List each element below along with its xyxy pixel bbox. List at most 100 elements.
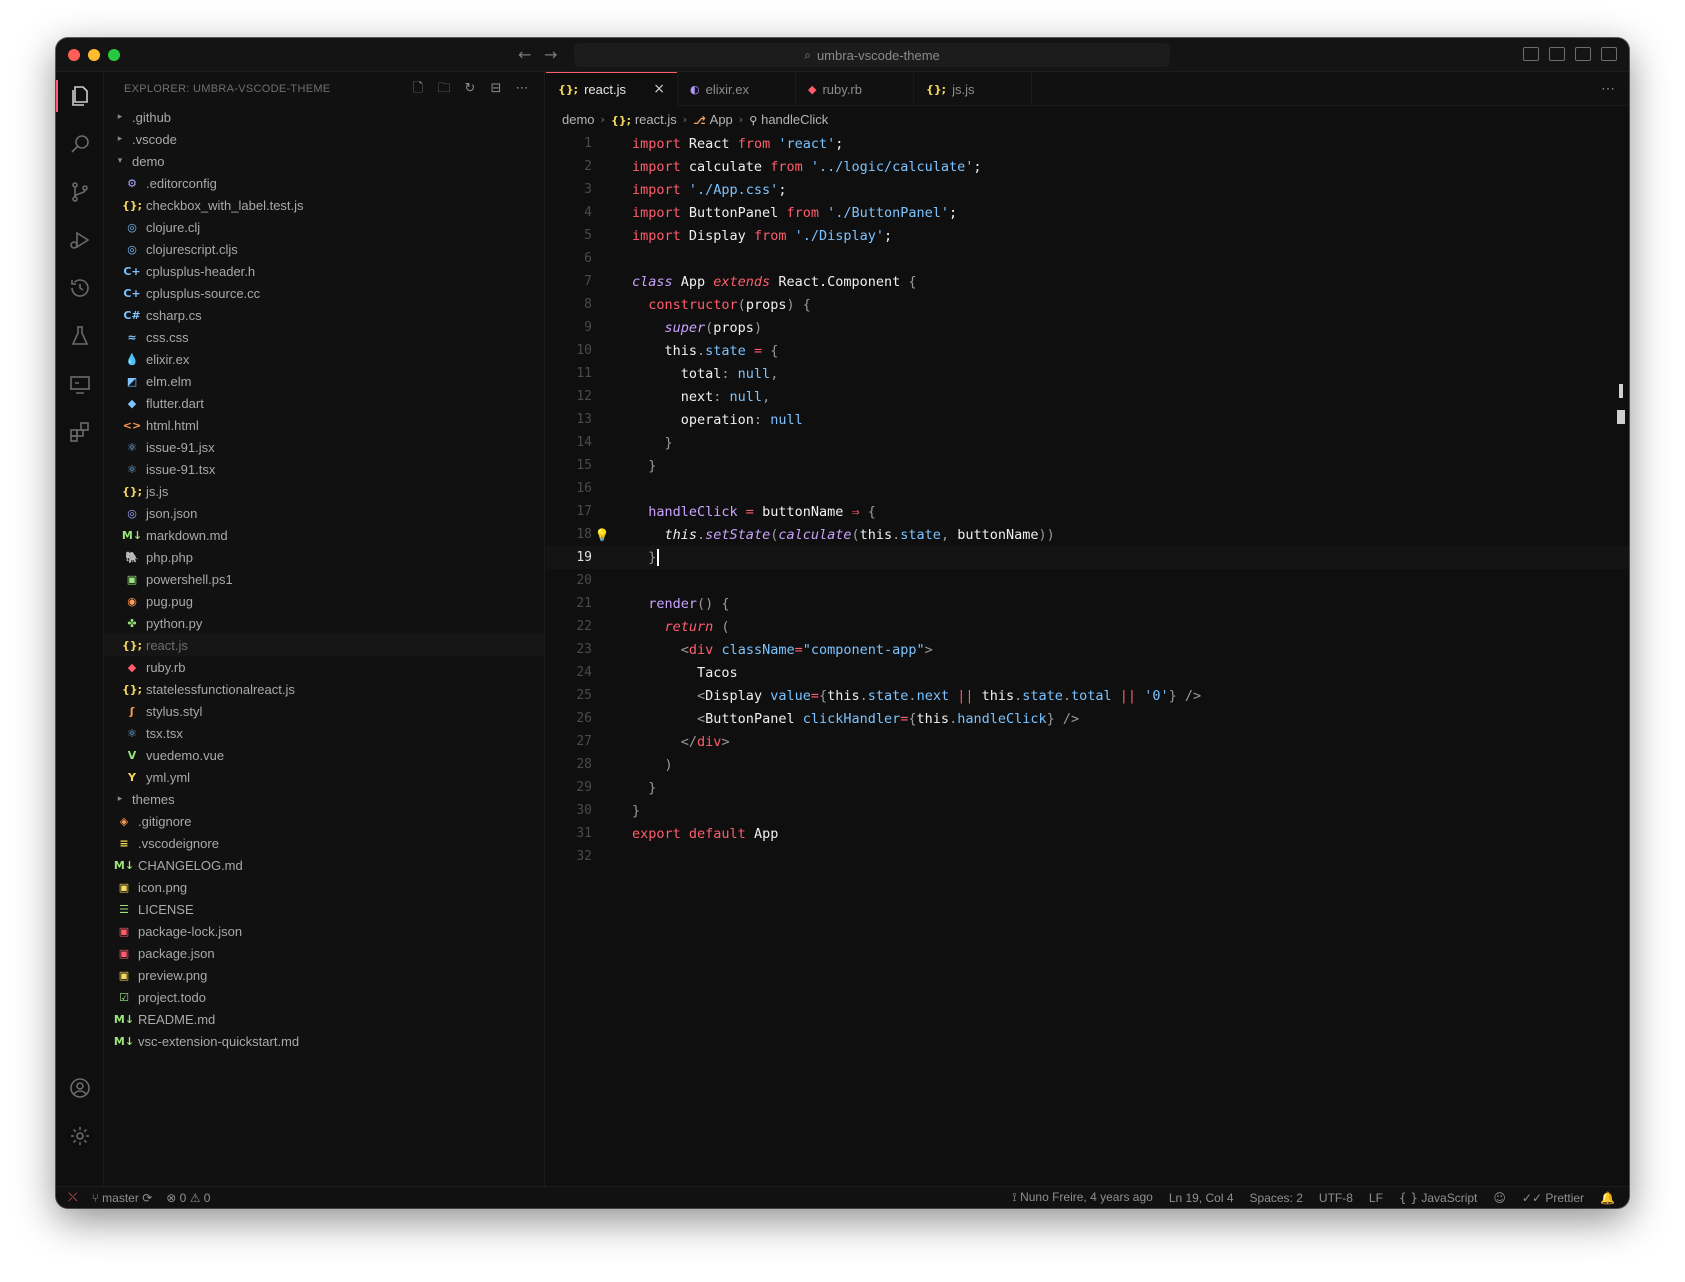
file-item[interactable]: ◎ clojure.clj xyxy=(104,216,544,238)
command-center-search[interactable]: ⌕ umbra-vscode-theme xyxy=(574,43,1170,67)
file-item[interactable]: Vvuedemo.vue xyxy=(104,744,544,766)
file-item[interactable]: <> html.html xyxy=(104,414,544,436)
file-item[interactable]: ◆ ruby.rb xyxy=(104,656,544,678)
toggle-panel-icon[interactable] xyxy=(1549,47,1565,61)
refresh-icon[interactable]: ↻ xyxy=(462,81,478,97)
file-item[interactable]: {}; checkbox_with_label.test.js xyxy=(104,194,544,216)
file-item[interactable]: C# csharp.cs xyxy=(104,304,544,326)
file-item[interactable]: Yyml.yml xyxy=(104,766,544,788)
file-item[interactable]: ▣ package.json xyxy=(104,942,544,964)
more-actions-icon[interactable]: ⋯ xyxy=(514,81,530,97)
file-item[interactable]: ▣ package-lock.json xyxy=(104,920,544,942)
file-item[interactable]: ▣ preview.png xyxy=(104,964,544,986)
file-item[interactable]: {}; react.js xyxy=(104,634,544,656)
new-folder-icon[interactable]: 🗀 xyxy=(436,81,452,97)
file-item[interactable]: M↓ CHANGELOG.md xyxy=(104,854,544,876)
file-item[interactable]: ✤ python.py xyxy=(104,612,544,634)
breadcrumb-item[interactable]: ⚲ handleClick xyxy=(749,112,828,127)
manage-activity-button[interactable] xyxy=(56,1114,104,1158)
code-line: 21 render() { xyxy=(546,592,1629,615)
more-icon[interactable]: ⋯ xyxy=(1601,80,1615,97)
tab-js-js[interactable]: {}; js.js xyxy=(914,72,1032,106)
timeline-activity-button[interactable] xyxy=(56,266,104,310)
code-token: setState xyxy=(705,526,771,543)
indentation[interactable]: Spaces: 2 xyxy=(1250,1191,1303,1205)
toggle-primary-sidebar-icon[interactable] xyxy=(1523,47,1539,61)
copilot-icon[interactable]: ☺ xyxy=(1493,1191,1506,1205)
run-debug-activity-button[interactable] xyxy=(56,218,104,262)
folder-item[interactable]: ▸ .github xyxy=(104,106,544,128)
file-item[interactable]: ◆ flutter.dart xyxy=(104,392,544,414)
file-item[interactable]: C+ cplusplus-source.cc xyxy=(104,282,544,304)
file-label: demo xyxy=(132,153,165,169)
lightbulb-icon[interactable]: 💡 xyxy=(592,528,612,542)
file-item[interactable]: ☑ project.todo xyxy=(104,986,544,1008)
maximize-window-button[interactable] xyxy=(108,49,120,61)
code-view[interactable]: 1 import React from 'react'; 2 import calcu… xyxy=(546,132,1629,868)
file-item[interactable]: ◩ elm.elm xyxy=(104,370,544,392)
file-item[interactable]: {}; statelessfunctionalreact.js xyxy=(104,678,544,700)
folder-item[interactable]: ▾ demo xyxy=(104,150,544,172)
minimize-window-button[interactable] xyxy=(88,49,100,61)
tab-elixir-ex[interactable]: ◐ elixir.ex xyxy=(678,72,796,106)
code-token: props xyxy=(713,319,754,336)
file-item[interactable]: ▣ powershell.ps1 xyxy=(104,568,544,590)
branch-item[interactable]: ⑂ master ⟳ xyxy=(92,1191,153,1205)
file-item[interactable]: ◈ .gitignore xyxy=(104,810,544,832)
close-window-button[interactable] xyxy=(68,49,80,61)
end-of-line[interactable]: LF xyxy=(1369,1191,1383,1205)
testing-activity-button[interactable] xyxy=(56,314,104,358)
file-item[interactable]: ◎ clojurescript.cljs xyxy=(104,238,544,260)
extensions-activity-button[interactable] xyxy=(56,410,104,454)
code-token: this xyxy=(664,526,698,543)
folder-item[interactable]: ▸ themes xyxy=(104,788,544,810)
collapse-all-icon[interactable]: ⊟ xyxy=(488,81,504,97)
breadcrumb-item[interactable]: {}; react.js xyxy=(611,112,677,127)
customize-layout-icon[interactable] xyxy=(1601,47,1617,61)
breadcrumb-item[interactable]: ⎇ App xyxy=(693,112,733,127)
file-item[interactable]: ☰ LICENSE xyxy=(104,898,544,920)
file-item[interactable]: ≡ .vscodeignore xyxy=(104,832,544,854)
notifications-icon[interactable]: 🔔 xyxy=(1600,1191,1615,1205)
code-token: { xyxy=(908,710,917,727)
file-item[interactable]: ⚙ .editorconfig xyxy=(104,172,544,194)
problems-item[interactable]: ⊗ 0 ⚠ 0 xyxy=(166,1191,210,1205)
remote-explorer-activity-button[interactable] xyxy=(56,362,104,406)
language-mode[interactable]: { } JavaScript xyxy=(1399,1191,1477,1205)
cursor-position[interactable]: Ln 19, Col 4 xyxy=(1169,1191,1234,1205)
search-activity-button[interactable] xyxy=(56,122,104,166)
file-item[interactable]: C+ cplusplus-header.h xyxy=(104,260,544,282)
file-item[interactable]: {}; js.js xyxy=(104,480,544,502)
file-item[interactable]: ʃ stylus.styl xyxy=(104,700,544,722)
accounts-activity-button[interactable] xyxy=(56,1066,104,1110)
file-item[interactable]: 🐘 php.php xyxy=(104,546,544,568)
prettier-item[interactable]: ✓✓ Prettier xyxy=(1522,1191,1584,1205)
file-item[interactable]: ≈ css.css xyxy=(104,326,544,348)
chevron-right-icon: ▸ xyxy=(117,794,123,804)
file-item[interactable]: ⚛ issue-91.jsx xyxy=(104,436,544,458)
file-item[interactable]: M↓ markdown.md xyxy=(104,524,544,546)
file-item[interactable]: ▣ icon.png xyxy=(104,876,544,898)
file-item[interactable]: ⚛ tsx.tsx xyxy=(104,722,544,744)
tab-ruby-rb[interactable]: ◆ ruby.rb xyxy=(796,72,914,106)
source-control-activity-button[interactable] xyxy=(56,170,104,214)
file-item[interactable]: M↓ vsc-extension-quickstart.md xyxy=(104,1030,544,1052)
folder-item[interactable]: ▸ .vscode xyxy=(104,128,544,150)
error-icon: ⊗ xyxy=(166,1190,177,1205)
tab-react-js[interactable]: {}; react.js × xyxy=(546,72,678,106)
back-arrow-icon[interactable]: ← xyxy=(518,45,531,64)
file-item[interactable]: 💧 elixir.ex xyxy=(104,348,544,370)
new-file-icon[interactable]: 🗋 xyxy=(410,81,426,97)
breadcrumb-item[interactable]: demo xyxy=(562,112,595,127)
close-icon[interactable]: × xyxy=(653,81,665,97)
forward-arrow-icon[interactable]: → xyxy=(544,45,557,64)
remote-icon[interactable]: ⤬ xyxy=(68,1190,78,1205)
file-item[interactable]: M↓ README.md xyxy=(104,1008,544,1030)
toggle-secondary-sidebar-icon[interactable] xyxy=(1575,47,1591,61)
file-item[interactable]: ⚛ issue-91.tsx xyxy=(104,458,544,480)
file-item[interactable]: ◉ pug.pug xyxy=(104,590,544,612)
explorer-activity-button[interactable] xyxy=(56,74,104,118)
git-blame-item[interactable]: ⟟ Nuno Freire, 4 years ago xyxy=(1012,1190,1153,1205)
file-item[interactable]: ◎ json.json xyxy=(104,502,544,524)
encoding[interactable]: UTF-8 xyxy=(1319,1191,1353,1205)
